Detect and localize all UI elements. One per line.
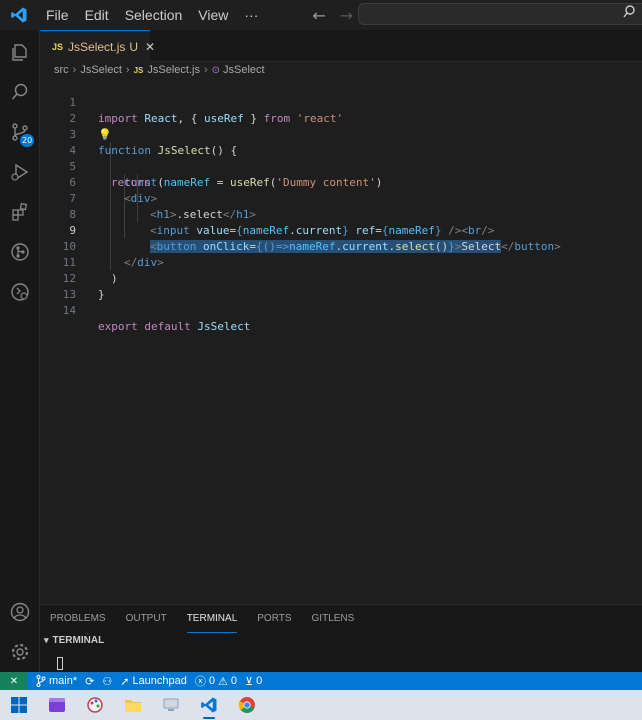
code-line: 10 </div> xyxy=(40,223,642,269)
menu-more[interactable]: ··· xyxy=(236,0,266,30)
code-line: 2 xyxy=(40,95,642,125)
chevron-right-icon: › xyxy=(125,64,130,76)
windows-taskbar xyxy=(0,690,642,720)
code-line: 4 💡 const nameRef = useRef('Dummy conten… xyxy=(40,127,642,189)
remote-desktop-icon[interactable] xyxy=(152,690,190,720)
breadcrumb-symbol[interactable]: JsSelect xyxy=(223,64,265,76)
navigation-arrows: ← → xyxy=(312,6,353,25)
search-icon[interactable] xyxy=(0,72,40,112)
tab-filename: JsSelect.js xyxy=(68,39,126,54)
problems-indicator[interactable]: ⓧ 0 ⚠ 0 xyxy=(195,673,237,689)
code-line: 3 function JsSelect() { xyxy=(40,111,642,157)
launchpad-label: Launchpad xyxy=(132,675,187,687)
chevron-down-icon: ▾ xyxy=(44,635,49,645)
title-bar: File Edit Selection View ··· ← → xyxy=(0,0,642,30)
breadcrumb-src[interactable]: src xyxy=(54,64,69,76)
breadcrumb: src › JsSelect › JS JsSelect.js › ⊙ JsSe… xyxy=(54,62,265,78)
code-line: 11 ) xyxy=(40,239,642,285)
terminal-section-header[interactable]: ▾ TERMINAL xyxy=(44,635,104,646)
symbol-function-icon: ⊙ xyxy=(211,64,221,76)
media-app-icon[interactable] xyxy=(38,690,76,720)
code-line: 14 export default JsSelect xyxy=(40,287,642,333)
warning-icon: ⚠ xyxy=(218,675,228,688)
code-line: 8 <input value={nameRef.current} ref={na… xyxy=(40,191,642,237)
vscode-logo-icon[interactable] xyxy=(0,0,38,30)
menu-file[interactable]: File xyxy=(38,0,77,30)
gitlens-icon[interactable] xyxy=(0,232,40,272)
chrome-browser-icon[interactable] xyxy=(228,690,266,720)
tab-problems[interactable]: PROBLEMS xyxy=(50,605,106,633)
activity-bar: 20 xyxy=(0,30,40,672)
tab-ports[interactable]: PORTS xyxy=(257,605,291,633)
lightbulb-icon[interactable]: 💡 xyxy=(98,127,112,143)
git-branch-icon xyxy=(36,675,46,687)
close-icon[interactable]: ✕ xyxy=(145,40,155,54)
chevron-right-icon: › xyxy=(72,64,77,76)
search-icon xyxy=(623,5,635,23)
tab-jsselect[interactable]: JS JsSelect.js U ✕ xyxy=(40,30,155,62)
code-editor[interactable]: 1 import React, { useRef } from 'react' … xyxy=(40,78,642,604)
code-line: 6 <div> xyxy=(40,159,642,205)
source-control-icon[interactable]: 20 xyxy=(0,112,40,152)
explorer-icon[interactable] xyxy=(0,32,40,72)
code-line: 5 return ( xyxy=(40,143,642,189)
terminal-section-title: TERMINAL xyxy=(52,635,105,646)
code-line: 12 } xyxy=(40,255,642,301)
ports-count: 0 xyxy=(256,675,263,687)
menu-view[interactable]: View xyxy=(190,0,236,30)
branch-name: main* xyxy=(49,675,78,687)
live-share-icon[interactable]: ⚇ xyxy=(102,675,112,688)
launchpad-item[interactable]: ➚ Launchpad xyxy=(120,675,187,688)
tab-terminal[interactable]: TERMINAL xyxy=(186,605,238,633)
js-file-icon: JS xyxy=(133,65,144,75)
forward-arrow-icon[interactable]: → xyxy=(340,6,353,25)
panel-tabs: PROBLEMS OUTPUT TERMINAL PORTS GITLENS xyxy=(50,605,374,633)
menu-selection[interactable]: Selection xyxy=(117,0,191,30)
back-arrow-icon[interactable]: ← xyxy=(312,6,325,25)
ports-indicator[interactable]: ⊻ 0 xyxy=(245,675,262,688)
remote-explorer-icon[interactable] xyxy=(0,272,40,312)
warning-count: 0 xyxy=(230,675,238,687)
run-debug-icon[interactable] xyxy=(0,152,40,192)
code-line: 1 import React, { useRef } from 'react' xyxy=(40,79,642,125)
sync-icon[interactable]: ⟳ xyxy=(85,675,94,688)
status-bar: ✕ main* ⟳ ⚇ ➚ Launchpad ⓧ 0 ⚠ 0 ⊻ 0 xyxy=(0,672,642,690)
account-icon[interactable] xyxy=(0,592,40,632)
file-explorer-icon[interactable] xyxy=(114,690,152,720)
paint-app-icon[interactable] xyxy=(76,690,114,720)
menu-edit[interactable]: Edit xyxy=(77,0,117,30)
js-file-icon: JS xyxy=(52,41,64,52)
code-line: 7 <h1>.select</h1> xyxy=(40,175,642,221)
code-line: 13 xyxy=(40,271,642,301)
breadcrumb-folder[interactable]: JsSelect xyxy=(80,64,122,76)
branch-indicator[interactable]: main* xyxy=(36,675,77,687)
settings-gear-icon[interactable] xyxy=(0,632,40,672)
editor-tab-bar: JS JsSelect.js U ✕ xyxy=(40,30,642,62)
chevron-right-icon: › xyxy=(203,64,208,76)
breadcrumb-file[interactable]: JsSelect.js xyxy=(147,64,200,76)
bottom-panel: PROBLEMS OUTPUT TERMINAL PORTS GITLENS ▾… xyxy=(40,604,642,672)
line-number: 14 xyxy=(62,304,76,317)
vscode-taskbar-icon[interactable] xyxy=(190,690,228,720)
source-control-badge: 20 xyxy=(20,134,35,147)
command-center-search[interactable] xyxy=(358,3,642,25)
tab-output[interactable]: OUTPUT xyxy=(126,605,167,633)
antenna-icon: ⊻ xyxy=(245,675,254,688)
terminal-cursor[interactable] xyxy=(57,657,63,670)
menu-bar: File Edit Selection View ··· xyxy=(38,0,266,30)
remote-indicator-icon[interactable]: ✕ xyxy=(0,672,28,690)
tab-untracked-status: U xyxy=(129,39,139,54)
tab-gitlens[interactable]: GITLENS xyxy=(312,605,355,633)
rocket-icon: ➚ xyxy=(120,675,130,688)
error-count: 0 xyxy=(208,675,216,687)
error-icon: ⓧ xyxy=(194,676,206,688)
windows-start-icon[interactable] xyxy=(0,690,38,720)
extensions-icon[interactable] xyxy=(0,192,40,232)
code-line-selected: 9 <button onClick={()=>nameRef.current.s… xyxy=(40,207,642,253)
